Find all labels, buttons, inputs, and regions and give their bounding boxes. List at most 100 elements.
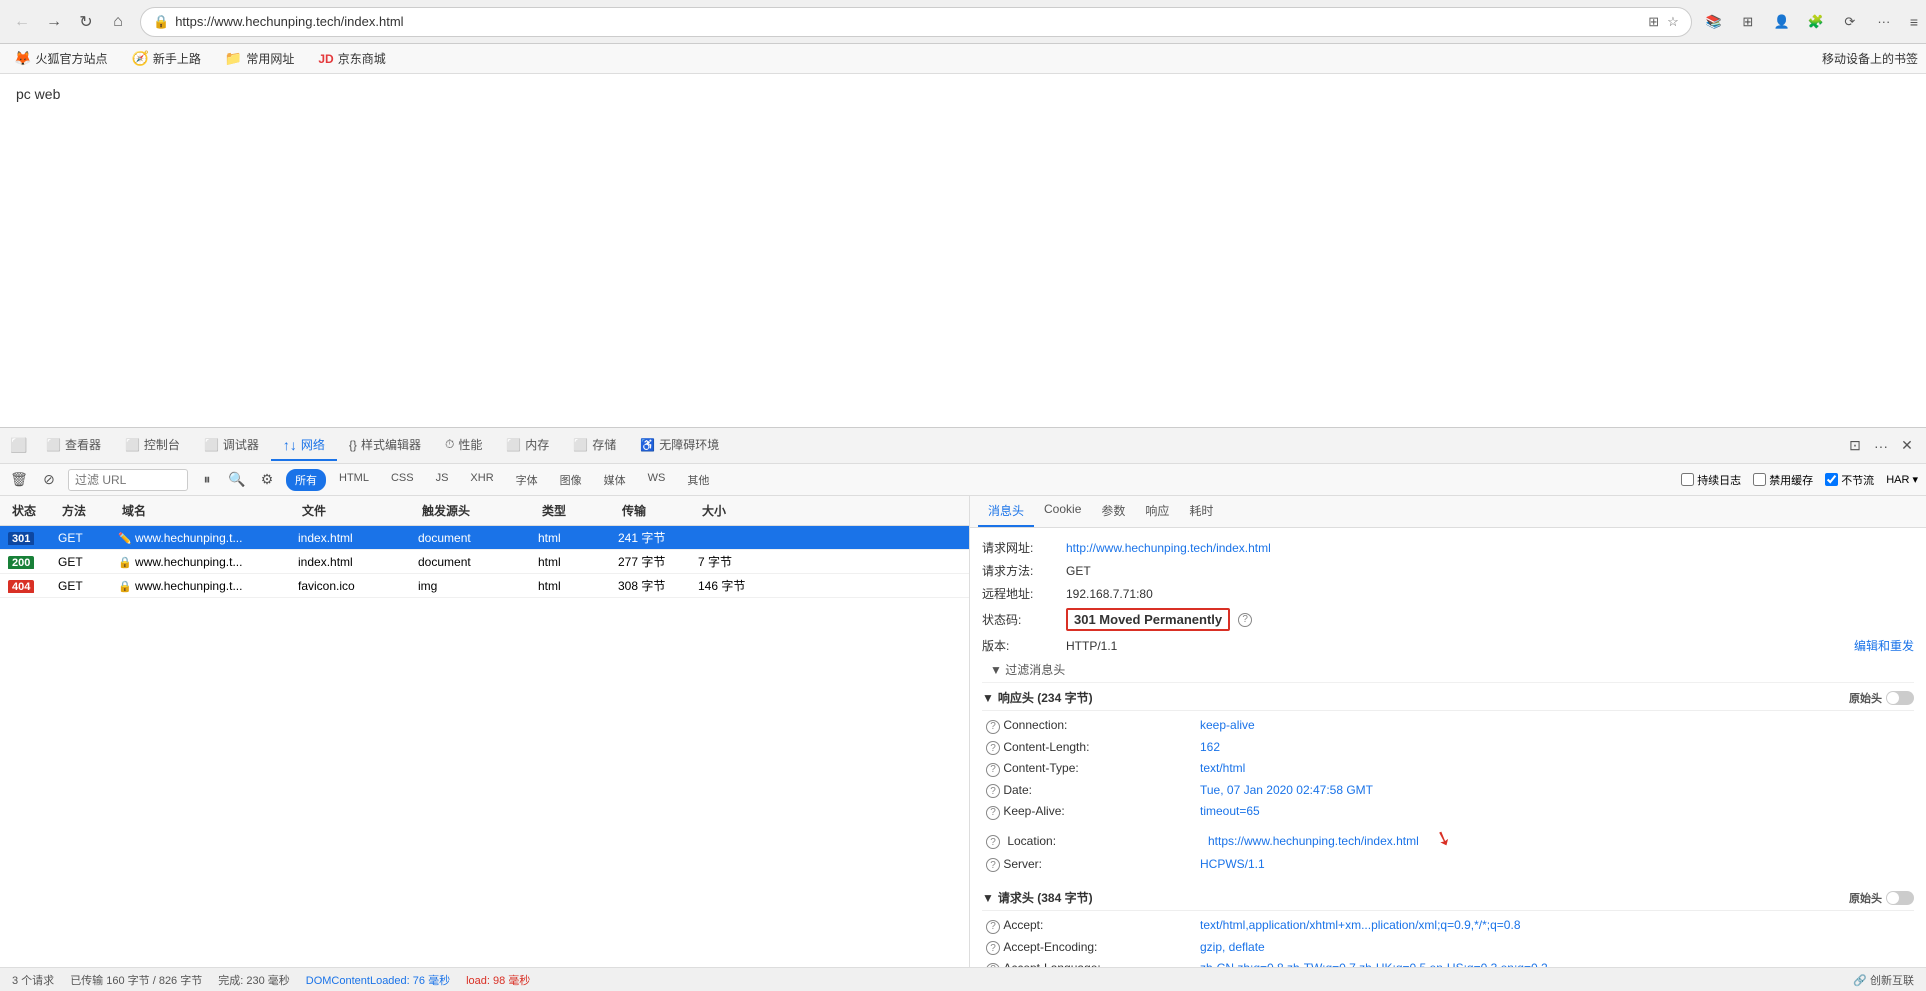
tab-network[interactable]: ↑↓ 网络 [271,430,337,461]
bookmark-common-url[interactable]: 📁 常用网址 [219,48,300,69]
status-code-row: 状态码: 301 Moved Permanently ? [982,605,1914,634]
performance-icon: ⏱ [445,437,454,452]
tab-storage[interactable]: ⬜ 存储 [561,430,628,461]
filter-url-input[interactable] [68,469,188,491]
new-tab-button[interactable]: ⊞ [1734,8,1762,36]
type-cell: html [538,531,618,545]
header-name: Location: [1004,834,1204,848]
filter-xhr[interactable]: XHR [461,469,502,491]
disable-cache-checkbox-label[interactable]: 禁用缓存 [1753,472,1813,488]
devtools-close-button[interactable]: ✕ [1896,435,1918,457]
window-menu-button[interactable]: ≡ [1910,14,1918,30]
no-throttle-checkbox[interactable] [1825,473,1838,486]
filter-all[interactable]: 所有 [286,469,326,491]
tab-debugger[interactable]: ⬜ 调试器 [192,430,271,461]
tab-performance[interactable]: ⏱ 性能 [433,430,494,461]
clear-network-button[interactable]: 🗑 [8,469,30,491]
filter-network-button[interactable]: ⊘ [38,469,60,491]
profile-button[interactable]: 👤 [1768,8,1796,36]
bookmark-firefox-official[interactable]: 🦊 火狐官方站点 [8,48,113,69]
tab-console[interactable]: ⬜ 控制台 [113,430,192,461]
har-button[interactable]: HAR ▾ [1886,473,1918,486]
header-help-icon[interactable]: ? [986,835,1000,849]
bookmark-jd[interactable]: JD 京东商城 [312,48,391,69]
detail-tab-response[interactable]: 响应 [1135,496,1179,527]
detail-tab-timing[interactable]: 耗时 [1179,496,1223,527]
collapse-icon[interactable]: ▼ [982,691,994,705]
tab-memory[interactable]: ⬜ 内存 [494,430,561,461]
header-help-icon[interactable]: ? [986,720,1000,734]
disable-cache-checkbox[interactable] [1753,473,1766,486]
tab-accessibility[interactable]: ♿ 无障碍环境 [628,430,731,461]
filter-media[interactable]: 媒体 [595,469,635,491]
pause-recording-button[interactable]: ⏸ [196,469,218,491]
header-help-icon[interactable]: ? [986,784,1000,798]
tab-inspector[interactable]: ⬜ 查看器 [34,430,113,461]
table-row[interactable]: 301 GET ✏️ www.hechunping.t... index.htm… [0,526,969,550]
home-button[interactable]: ⌂ [104,8,132,36]
req-header-accept-language: ? Accept-Language: zh-CN,zh;q=0.8,zh-TW;… [982,958,1914,967]
devtools-right-actions: ⊡ ··· ✕ [1844,435,1918,457]
edit-resend-button[interactable]: 编辑和重发 [1854,637,1914,654]
sync-button[interactable]: ⟳ [1836,8,1864,36]
raw-toggle-switch[interactable] [1886,891,1914,905]
header-help-icon[interactable]: ? [986,941,1000,955]
search-button[interactable]: 🔍 [226,469,248,491]
url-icons: ⊞ ☆ [1648,14,1679,30]
tab-style-editor[interactable]: {} 样式编辑器 [337,430,433,461]
bookmark-new-road[interactable]: 🧭 新手上路 [125,48,206,69]
detail-tab-headers[interactable]: 消息头 [978,496,1034,527]
domain-cell: 🔒 www.hechunping.t... [118,579,298,593]
reader-mode-icon[interactable]: ⊞ [1648,14,1659,30]
settings-button[interactable]: ⚙ [256,469,278,491]
filter-other[interactable]: 其他 [678,469,718,491]
request-headers-section: ▼ 请求头 (384 字节) 原始头 [982,883,1914,911]
devtools-undock-button[interactable]: ⊡ [1844,435,1866,457]
devtools-overflow-button[interactable]: ··· [1870,435,1892,457]
back-button[interactable]: ← [8,8,36,36]
nav-buttons: ← → ↻ ⌂ [8,8,132,36]
overflow-menu-button[interactable]: ··· [1870,8,1898,36]
filter-ws[interactable]: WS [639,469,675,491]
table-row[interactable]: 200 GET 🔒 www.hechunping.t... index.html… [0,550,969,574]
filter-css[interactable]: CSS [382,469,423,491]
header-value: timeout=65 [1200,804,1260,818]
filter-html[interactable]: HTML [330,469,378,491]
toggle-thumb [1887,892,1899,904]
persist-log-checkbox[interactable] [1681,473,1694,486]
extensions-button[interactable]: 🧩 [1802,8,1830,36]
type-cell: html [538,555,618,569]
header-help-icon[interactable]: ? [986,806,1000,820]
bookmark-star-icon[interactable]: ☆ [1667,14,1679,30]
filter-images[interactable]: 图像 [551,469,591,491]
url-text: https://www.hechunping.tech/index.html [175,14,1642,29]
filter-js[interactable]: JS [427,469,458,491]
header-help-icon[interactable]: ? [986,920,1000,934]
library-button[interactable]: 📚 [1700,8,1728,36]
req-header-accept: ? Accept: text/html,application/xhtml+xm… [982,915,1914,937]
detail-tab-params[interactable]: 参数 [1091,496,1135,527]
raw-toggle-switch[interactable] [1886,691,1914,705]
detail-content: 请求网址: http://www.hechunping.tech/index.h… [970,528,1926,967]
persist-log-checkbox-label[interactable]: 持续日志 [1681,472,1741,488]
header-help-icon[interactable]: ? [986,741,1000,755]
url-bar[interactable]: 🔒 https://www.hechunping.tech/index.html… [140,7,1692,37]
no-throttle-checkbox-label[interactable]: 不节流 [1825,472,1874,488]
header-help-icon[interactable]: ? [986,763,1000,777]
bookmark-new-road-label: 新手上路 [153,50,201,67]
remote-address-row: 远程地址: 192.168.7.71:80 [982,582,1914,605]
status-help-icon[interactable]: ? [1238,613,1252,627]
status-badge: 301 [8,531,58,545]
arrow-annotation: ➘ [1431,823,1455,852]
header-help-icon[interactable]: ? [986,858,1000,872]
header-connection: ? Connection: keep-alive [982,715,1914,737]
detail-tab-cookies[interactable]: Cookie [1034,496,1091,527]
collapse-icon[interactable]: ▼ [982,891,994,905]
table-row[interactable]: 404 GET 🔒 www.hechunping.t... favicon.ic… [0,574,969,598]
forward-button[interactable]: → [40,8,68,36]
filter-fonts[interactable]: 字体 [507,469,547,491]
devtools-inspect-button[interactable]: ⬜ [8,435,30,457]
mobile-bookmarks[interactable]: 移动设备上的书签 [1822,50,1918,67]
header-keep-alive: ? Keep-Alive: timeout=65 [982,801,1914,823]
refresh-button[interactable]: ↻ [72,8,100,36]
